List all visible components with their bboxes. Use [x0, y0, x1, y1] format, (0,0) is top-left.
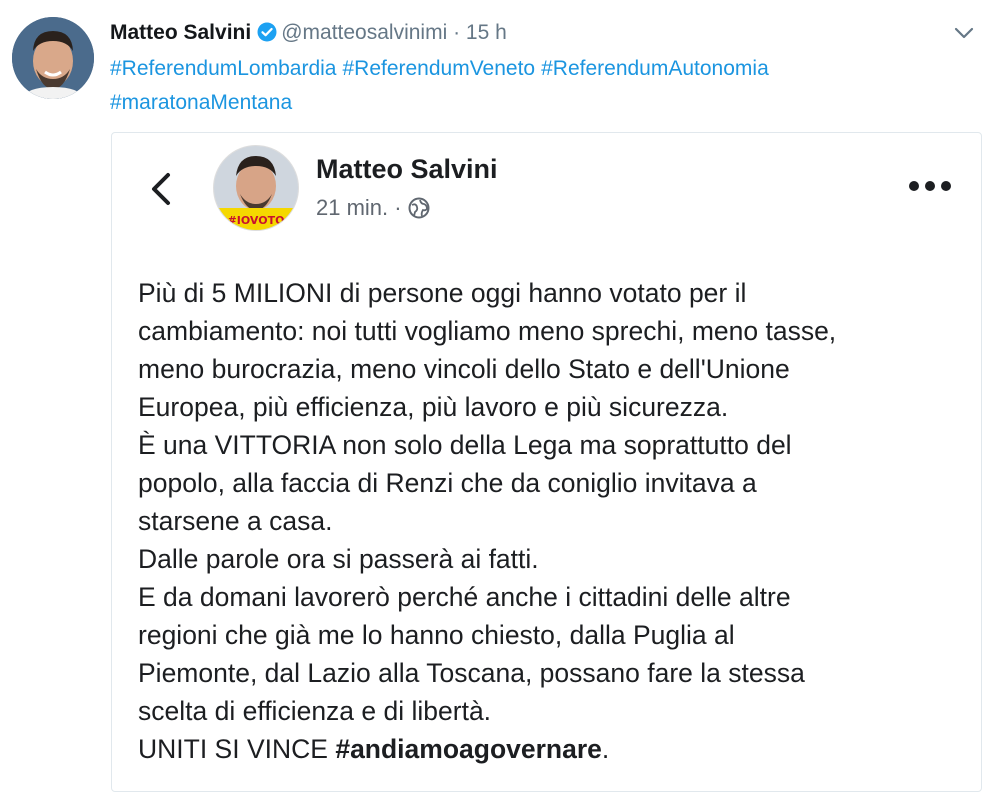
hashtag-link[interactable]: #ReferendumLombardia [110, 57, 336, 80]
hashtag-link[interactable]: #ReferendumAutonomia [541, 57, 769, 80]
globe-icon [408, 197, 430, 225]
avatar-banner-text: #IOVOTO [228, 214, 285, 227]
separator-dot: · [453, 21, 461, 44]
post-line: scelta di efficienza e di libertà. [138, 696, 492, 726]
post-line: popolo, alla faccia di Renzi che da coni… [138, 468, 757, 498]
closing-period: . [601, 734, 610, 764]
hashtag-link[interactable]: #maratonaMentana [110, 91, 292, 114]
embedded-post-card[interactable]: #IOVOTO Matteo Salvini 21 min. · Più di … [111, 132, 982, 792]
back-arrow-icon[interactable] [148, 171, 174, 207]
tweet-author-avatar[interactable] [12, 17, 94, 99]
post-author-avatar[interactable]: #IOVOTO [213, 145, 299, 231]
author-handle[interactable]: @matteosalvinimi [281, 21, 447, 44]
post-time[interactable]: 21 min. [316, 195, 388, 220]
post-line: Dalle parole ora si passerà ai fatti. [138, 544, 539, 574]
verified-badge-icon [257, 22, 277, 49]
post-meta: 21 min. · [316, 195, 430, 225]
author-name[interactable]: Matteo Salvini [110, 21, 251, 44]
post-line: Più di 5 MILIONI di persone oggi hanno v… [138, 278, 747, 308]
closing-text: UNITI SI VINCE [138, 734, 328, 764]
post-line: starsene a casa. [138, 506, 333, 536]
post-line: E da domani lavorerò perché anche i citt… [138, 582, 791, 612]
closing-hashtag[interactable]: #andiamoagovernare [335, 734, 602, 764]
post-closing-line: UNITI SI VINCE #andiamoagovernare. [138, 730, 968, 768]
post-line: cambiamento: noi tutti vogliamo meno spr… [138, 316, 837, 346]
post-line: Piemonte, dal Lazio alla Toscana, possan… [138, 658, 805, 688]
post-line: Europea, più efficienza, più lavoro e pi… [138, 392, 729, 422]
post-author-name[interactable]: Matteo Salvini [316, 154, 498, 185]
tweet-hashtags: #ReferendumLombardia #ReferendumVeneto #Re… [110, 52, 930, 120]
tweet-header: Matteo Salvini @matteosalvinimi · 15 h [110, 20, 507, 49]
tweet-timestamp[interactable]: 15 h [466, 21, 507, 44]
more-options-icon[interactable] [908, 179, 952, 191]
hashtag-link[interactable]: #ReferendumVeneto [342, 57, 535, 80]
post-line: regioni che già me lo hanno chiesto, dal… [138, 620, 735, 650]
separator-dot: · [394, 195, 402, 220]
chevron-down-icon[interactable] [952, 24, 976, 42]
post-text: Più di 5 MILIONI di persone oggi hanno v… [138, 274, 968, 768]
post-line: meno burocrazia, meno vincoli dello Stat… [138, 354, 790, 384]
post-line: È una VITTORIA non solo della Lega ma so… [138, 430, 792, 460]
